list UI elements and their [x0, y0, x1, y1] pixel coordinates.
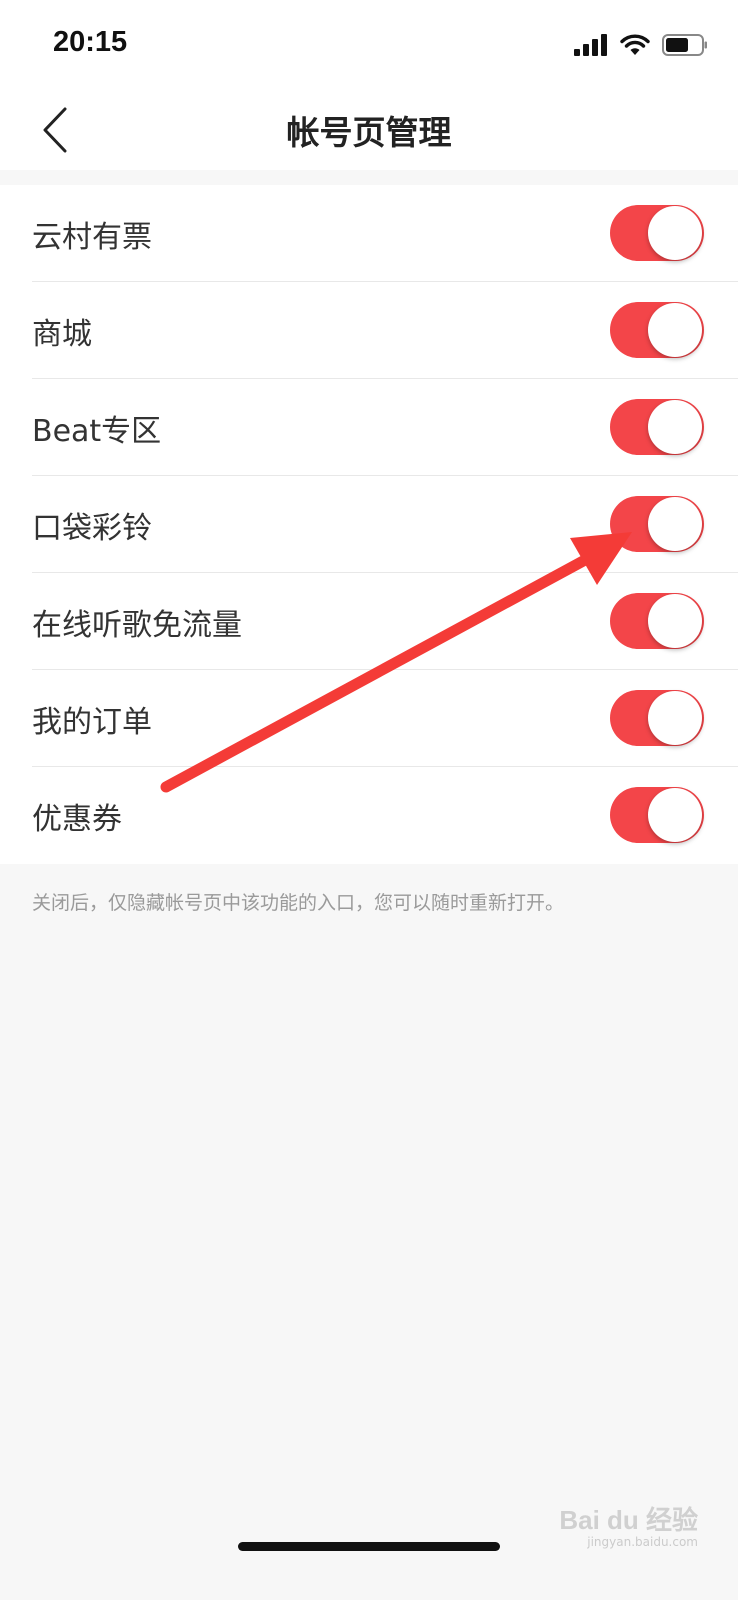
list-item: 我的订单 [32, 670, 738, 767]
watermark-url: jingyan.baidu.com [587, 1535, 698, 1549]
toggle-knob [648, 594, 702, 648]
item-label: 我的订单 [32, 704, 152, 740]
toggle-switch[interactable] [610, 399, 704, 455]
signal-icon [574, 34, 607, 56]
item-label: 口袋彩铃 [32, 510, 152, 546]
page-title: 帐号页管理 [286, 113, 452, 152]
list-item: 优惠券 [32, 767, 738, 864]
item-label: Beat专区 [32, 413, 162, 449]
settings-list: 云村有票 商城 Beat专区 口袋彩铃 在线听歌免流量 我的订单 优惠券 [0, 185, 738, 864]
list-item: 商城 [32, 282, 738, 379]
status-time: 20:15 [53, 26, 128, 58]
toggle-knob [648, 400, 702, 454]
item-label: 商城 [32, 316, 92, 352]
toggle-switch[interactable] [610, 690, 704, 746]
battery-icon [662, 34, 707, 56]
nav-bar: 帐号页管理 [0, 90, 738, 170]
footnote-text: 关闭后，仅隐藏帐号页中该功能的入口，您可以随时重新打开。 [32, 892, 565, 914]
status-icons [574, 30, 708, 60]
toggle-switch[interactable] [610, 593, 704, 649]
list-item: Beat专区 [32, 379, 738, 476]
watermark-logo: Bai du 经验 [559, 1505, 698, 1535]
item-label: 云村有票 [32, 219, 152, 255]
item-label: 在线听歌免流量 [32, 607, 242, 643]
list-item: 口袋彩铃 [32, 476, 738, 573]
toggle-knob [648, 206, 702, 260]
wifi-icon [620, 34, 650, 55]
toggle-switch[interactable] [610, 205, 704, 261]
toggle-switch[interactable] [610, 496, 704, 552]
list-item: 在线听歌免流量 [32, 573, 738, 670]
toggle-knob [648, 691, 702, 745]
toggle-switch[interactable] [610, 302, 704, 358]
toggle-knob [648, 788, 702, 842]
status-bar: 20:15 [0, 0, 738, 90]
toggle-knob [648, 497, 702, 551]
toggle-knob [648, 303, 702, 357]
toggle-switch[interactable] [610, 787, 704, 843]
item-label: 优惠券 [32, 801, 122, 837]
list-item: 云村有票 [32, 185, 738, 282]
home-indicator[interactable] [238, 1542, 500, 1551]
